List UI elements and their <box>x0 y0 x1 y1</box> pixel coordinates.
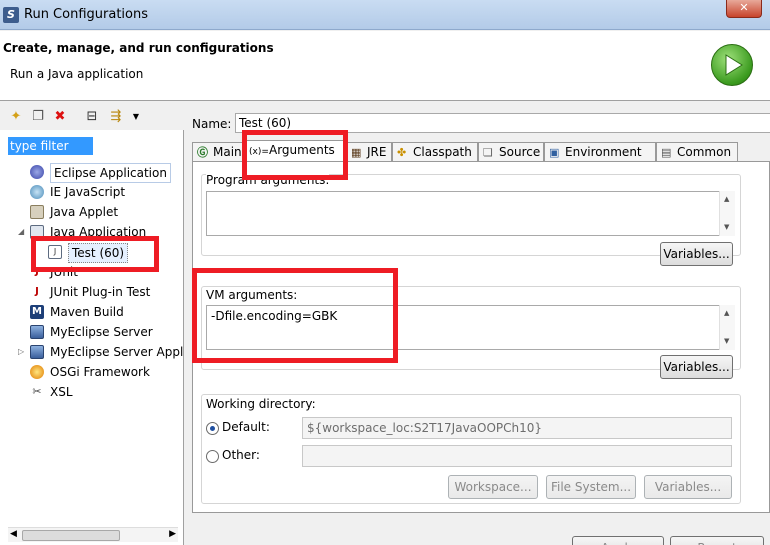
common-tab-icon: ▤ <box>661 146 672 159</box>
scroll-up-icon[interactable]: ▲ <box>724 195 729 203</box>
program-arguments-input[interactable] <box>206 191 734 236</box>
tab-classpath[interactable]: ✤ Classpath <box>392 142 478 162</box>
working-directory-label: Working directory: <box>206 397 316 411</box>
program-variables-button[interactable]: Variables... <box>660 242 733 266</box>
working-directory-group: Working directory: Default: ${workspace_… <box>201 394 741 504</box>
tab-jre[interactable]: ▦ JRE <box>346 142 392 162</box>
other-directory-input[interactable] <box>302 445 732 467</box>
name-label: Name: <box>192 117 232 131</box>
working-dir-variables-button[interactable]: Variables... <box>644 475 732 499</box>
dialog-header: Create, manage, and run configurations R… <box>0 31 770 101</box>
new-config-icon[interactable]: ✦ <box>8 109 24 125</box>
scrollbar-thumb[interactable] <box>22 530 120 541</box>
program-args-scrollbar[interactable]: ▲ ▼ <box>719 191 735 236</box>
expand-myeclipse-server-application[interactable]: ▷ <box>18 342 24 362</box>
duplicate-icon[interactable]: ❐ <box>30 109 46 125</box>
revert-button[interactable]: Revert <box>670 536 764 545</box>
file-system-button[interactable]: File System... <box>546 475 636 499</box>
scroll-left-icon[interactable]: ◀ <box>10 529 17 539</box>
vm-variables-button[interactable]: Variables... <box>660 355 733 379</box>
tab-environment[interactable]: ▣ Environment <box>544 142 656 162</box>
default-directory-input: ${workspace_loc:S2T17JavaOOPCh10} <box>302 417 732 439</box>
server-app-icon <box>30 345 44 359</box>
osgi-icon <box>30 365 44 379</box>
xsl-icon: ✂ <box>32 385 42 398</box>
server-icon <box>30 325 44 339</box>
workspace-button[interactable]: Workspace... <box>448 475 538 499</box>
highlight-box-test-config <box>31 236 159 272</box>
apply-button[interactable]: Apply <box>572 536 664 545</box>
other-radio[interactable] <box>206 450 219 463</box>
source-tab-icon: ❏ <box>483 146 493 159</box>
scroll-right-icon[interactable]: ▶ <box>169 529 176 539</box>
close-button[interactable]: ✕ <box>726 0 762 18</box>
title-bar: S Run Configurations ✕ <box>0 0 770 30</box>
junit-plugin-icon: J <box>30 285 44 299</box>
filter-input[interactable]: type filter text <box>8 137 93 171</box>
header-title: Create, manage, and run configurations <box>3 41 274 55</box>
eclipse-window-icon: S <box>3 7 19 23</box>
applet-icon <box>30 205 44 219</box>
filter-icon[interactable]: ⇶ <box>108 109 124 125</box>
scroll-down-icon[interactable]: ▼ <box>724 223 729 231</box>
default-radio[interactable] <box>206 422 219 435</box>
main-tab-icon: Ⓖ <box>197 146 208 159</box>
default-label: Default: <box>222 420 270 434</box>
maven-icon: M <box>30 305 44 319</box>
classpath-tab-icon: ✤ <box>397 146 407 159</box>
globe-icon <box>30 185 44 199</box>
tree-toolbar: ✦ ❐ ✖ ⊟ ⇶ ▼ <box>0 102 184 130</box>
other-label: Other: <box>222 448 260 462</box>
view-menu-icon[interactable]: ▼ <box>128 109 144 125</box>
vm-args-scrollbar[interactable]: ▲ ▼ <box>719 305 735 350</box>
eclipse-app-icon <box>30 165 44 179</box>
highlight-box-vm-arguments <box>192 268 398 363</box>
environment-tab-icon: ▣ <box>549 146 560 159</box>
scroll-up-icon[interactable]: ▲ <box>724 309 729 317</box>
jre-tab-icon: ▦ <box>351 146 362 159</box>
highlight-box-arguments-tab <box>242 130 348 180</box>
tab-source[interactable]: ❏ Source <box>478 142 544 162</box>
configuration-tree-panel: ✦ ❐ ✖ ⊟ ⇶ ▼ type filter text Eclipse App… <box>0 102 184 545</box>
scroll-down-icon[interactable]: ▼ <box>724 337 729 345</box>
tree-horizontal-scrollbar[interactable]: ◀ ▶ <box>8 527 178 542</box>
header-subtitle: Run a Java application <box>10 67 144 81</box>
run-icon <box>711 44 753 86</box>
window-title: Run Configurations <box>24 7 148 22</box>
delete-icon[interactable]: ✖ <box>52 109 68 125</box>
tab-main[interactable]: Ⓖ Main <box>192 142 244 162</box>
expand-java-application[interactable]: ◢ <box>18 222 24 242</box>
tab-common[interactable]: ▤ Common <box>656 142 738 162</box>
collapse-all-icon[interactable]: ⊟ <box>84 109 100 125</box>
